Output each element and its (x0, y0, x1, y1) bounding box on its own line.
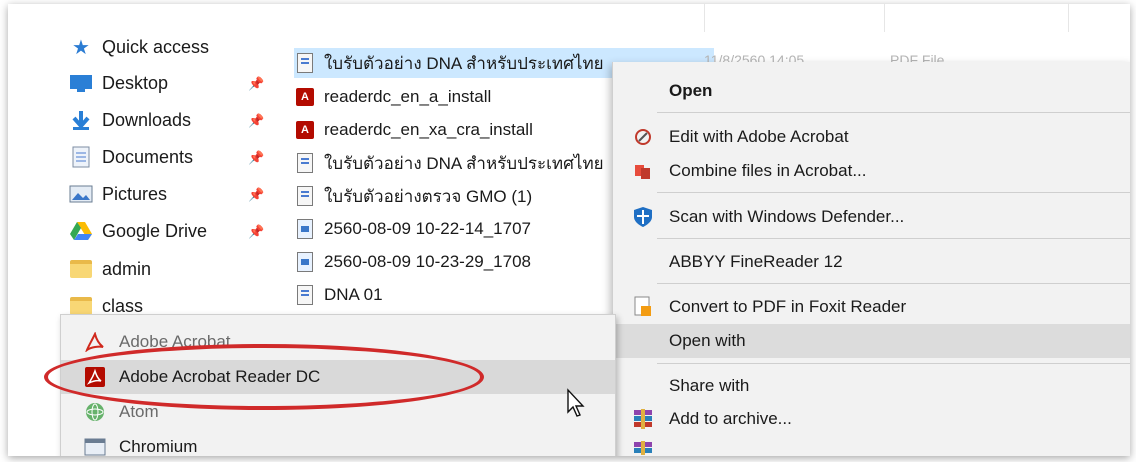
chromium-icon (83, 436, 107, 456)
nav-item-downloads[interactable]: Downloads (68, 105, 191, 135)
acrobat-combine-icon (631, 160, 655, 182)
image-file-icon (294, 217, 316, 241)
context-menu: Open Edit with Adobe Acrobat Combine fil… (612, 62, 1130, 456)
submenu-item-chromium[interactable]: Chromium (61, 430, 615, 456)
pin-icon[interactable]: 📌 (248, 150, 264, 166)
pdf-file-icon (294, 184, 316, 208)
acrobat-reader-icon (83, 366, 107, 388)
column-separator (884, 4, 885, 32)
menu-item-share-with[interactable]: Share with (613, 369, 1130, 403)
winrar-icon (631, 440, 655, 456)
explorer-window: ★ Quick access Desktop 📌 Downloads 📌 Doc… (8, 4, 1130, 456)
pin-icon[interactable]: 📌 (248, 113, 264, 129)
column-separator (704, 4, 705, 32)
menu-item-combine-acrobat[interactable]: Combine files in Acrobat... (613, 154, 1130, 188)
menu-item-open[interactable]: Open (613, 74, 1130, 108)
menu-item-foxit[interactable]: Convert to PDF in Foxit Reader (613, 290, 1130, 324)
acrobat-edit-icon (631, 126, 655, 148)
defender-icon (631, 206, 655, 228)
acrobat-reader-icon: A (294, 118, 316, 142)
submenu-item-acrobat-reader-dc[interactable]: Adobe Acrobat Reader DC (61, 360, 615, 394)
pdf-file-icon (294, 151, 316, 175)
menu-item-open-with[interactable]: Open with (613, 324, 1130, 358)
submenu-item-atom[interactable]: Atom (61, 395, 615, 429)
column-separator (1068, 4, 1069, 32)
pdf-file-icon (294, 283, 316, 307)
pictures-icon (68, 183, 94, 205)
acrobat-reader-icon: A (294, 85, 316, 109)
google-drive-icon (68, 220, 94, 242)
winrar-icon (631, 408, 655, 430)
nav-item-google-drive[interactable]: Google Drive (68, 216, 207, 246)
open-with-submenu: Adobe Acrobat Adobe Acrobat Reader DC At… (60, 314, 616, 456)
nav-item-desktop[interactable]: Desktop (68, 68, 168, 98)
menu-separator (657, 112, 1130, 113)
menu-separator (657, 238, 1130, 239)
star-icon: ★ (72, 36, 90, 59)
menu-item-edit-acrobat[interactable]: Edit with Adobe Acrobat (613, 120, 1130, 154)
pin-icon[interactable]: 📌 (248, 76, 264, 92)
submenu-item-adobe-acrobat[interactable]: Adobe Acrobat (61, 325, 615, 359)
menu-separator (657, 192, 1130, 193)
atom-icon (83, 401, 107, 423)
pin-icon[interactable]: 📌 (248, 224, 264, 240)
pdf-file-icon (294, 51, 316, 75)
menu-item-partial[interactable] (613, 434, 1130, 456)
navigation-pane: ★ Quick access Desktop 📌 Downloads 📌 Doc… (8, 24, 278, 324)
nav-item-documents[interactable]: Documents (68, 142, 193, 172)
documents-icon (68, 146, 94, 168)
nav-item-quick-access[interactable]: ★ Quick access (68, 32, 209, 62)
nav-item-pictures[interactable]: Pictures (68, 179, 167, 209)
menu-separator (657, 363, 1130, 364)
foxit-icon (631, 296, 655, 318)
download-arrow-icon (68, 109, 94, 131)
menu-item-add-archive[interactable]: Add to archive... (613, 402, 1130, 436)
desktop-icon (68, 72, 94, 94)
nav-item-admin[interactable]: admin (68, 254, 151, 284)
folder-icon (68, 258, 94, 280)
image-file-icon (294, 250, 316, 274)
menu-separator (657, 283, 1130, 284)
adobe-acrobat-icon (83, 331, 107, 353)
menu-item-windows-defender[interactable]: Scan with Windows Defender... (613, 200, 1130, 234)
mouse-cursor-icon (567, 388, 585, 417)
menu-item-abbyy[interactable]: ABBYY FineReader 12 (613, 245, 1130, 279)
pin-icon[interactable]: 📌 (248, 187, 264, 203)
